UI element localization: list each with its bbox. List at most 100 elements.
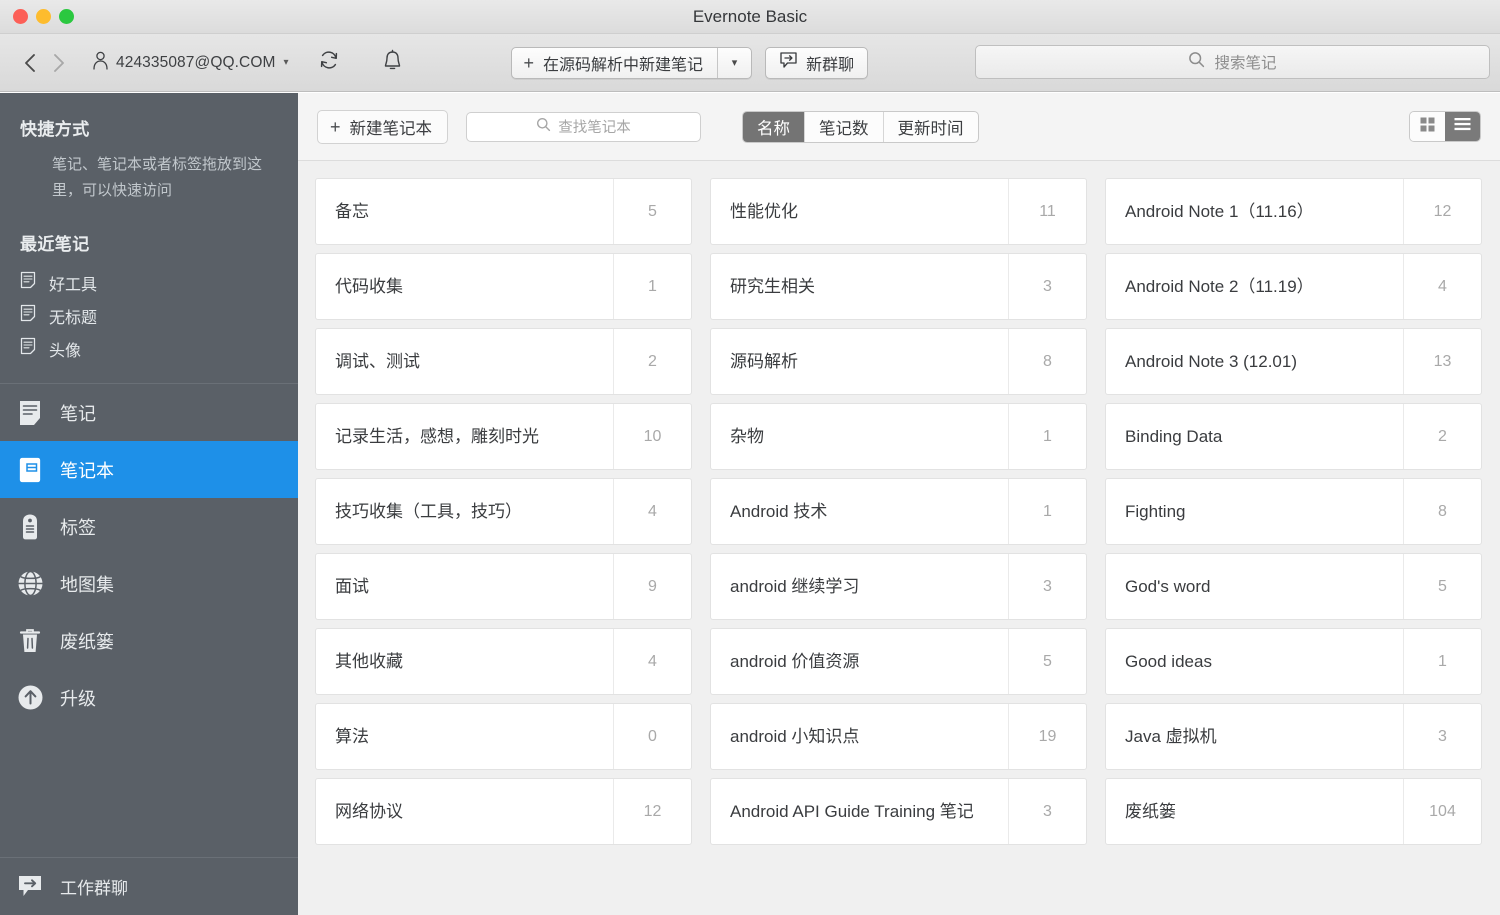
notebook-card[interactable]: God's word5 [1105,553,1482,620]
notebook-count: 12 [1403,179,1481,244]
notebook-count: 4 [613,629,691,694]
account-menu[interactable]: 424335087@QQ.COM ▾ [86,46,295,80]
notebook-column: 备忘5 代码收集1 调试、测试2 记录生活，感想，雕刻时光10 技巧收集（工具，… [315,178,692,914]
notebook-card[interactable]: android 继续学习3 [710,553,1087,620]
notebook-count: 1 [1403,629,1481,694]
notebook-card[interactable]: 面试9 [315,553,692,620]
trash-icon [15,626,45,656]
notebook-card[interactable]: 技巧收集（工具，技巧）4 [315,478,692,545]
notebook-card[interactable]: 算法0 [315,703,692,770]
notebook-card[interactable]: 调试、测试2 [315,328,692,395]
notebook-count: 8 [1008,329,1086,394]
notebook-name: 性能优化 [711,179,1008,244]
account-email: 424335087@QQ.COM [116,54,276,72]
notebook-name: 废纸篓 [1106,779,1403,844]
notebook-count: 5 [1008,629,1086,694]
new-group-chat-button[interactable]: 新群聊 [765,47,868,79]
notebook-card[interactable]: 源码解析8 [710,328,1087,395]
notebook-name: 调试、测试 [316,329,613,394]
sidebar-item-label: 标签 [60,514,96,540]
sidebar-item-notebooks[interactable]: 笔记本 [0,441,298,498]
tab-sort-note-count[interactable]: 笔记数 [805,112,884,142]
notebook-card[interactable]: 杂物1 [710,403,1087,470]
notebook-count: 5 [613,179,691,244]
notebook-count: 4 [1403,254,1481,319]
notebook-name: 代码收集 [316,254,613,319]
notebook-name: Android Note 2（11.19） [1106,254,1403,319]
shortcuts-title: 快捷方式 [0,93,298,140]
notebook-card[interactable]: Android Note 1（11.16）12 [1105,178,1482,245]
global-search-input[interactable]: 搜索笔记 [975,45,1490,79]
notebook-name: 技巧收集（工具，技巧） [316,479,613,544]
grid-view-button[interactable] [1410,112,1445,141]
tab-sort-name[interactable]: 名称 [743,112,805,142]
recent-note-item[interactable]: 好工具 [0,266,298,299]
sidebar-item-label: 笔记 [60,400,96,426]
chevron-right-icon [53,53,66,73]
chevron-down-icon: ▾ [732,56,738,69]
notebook-card[interactable]: 其他收藏4 [315,628,692,695]
new-note-button[interactable]: + 在源码解析中新建笔记 [512,48,718,78]
notebook-card[interactable]: 记录生活，感想，雕刻时光10 [315,403,692,470]
notebook-name: 源码解析 [711,329,1008,394]
globe-icon [15,569,45,599]
notebook-card[interactable]: 废纸篓104 [1105,778,1482,845]
notebook-name: Java 虚拟机 [1106,704,1403,769]
sidebar-item-upgrade[interactable]: 升级 [0,669,298,726]
notebook-card[interactable]: Java 虚拟机3 [1105,703,1482,770]
sync-button[interactable] [311,45,347,81]
notebook-card[interactable]: Android 技术1 [710,478,1087,545]
sidebar-nav: 笔记 笔记本 标签 地图集 [0,384,298,726]
forward-button[interactable] [44,47,74,79]
chat-icon [15,872,45,902]
back-button[interactable] [14,47,44,79]
notebook-card[interactable]: Android Note 2（11.19）4 [1105,253,1482,320]
recent-note-label: 头像 [49,337,81,361]
recent-notes-list: 好工具 无标题 头像 [0,255,298,365]
recent-note-item[interactable]: 无标题 [0,299,298,332]
notebook-card[interactable]: 网络协议12 [315,778,692,845]
notebook-card[interactable]: android 小知识点19 [710,703,1087,770]
notebook-name: Fighting [1106,479,1403,544]
sidebar-item-trash[interactable]: 废纸篓 [0,612,298,669]
recent-note-item[interactable]: 头像 [0,332,298,365]
notebook-count: 19 [1008,704,1086,769]
notebook-card[interactable]: Fighting8 [1105,478,1482,545]
notebook-search-input[interactable]: 查找笔记本 [466,112,701,142]
notifications-button[interactable] [375,45,411,81]
notebook-count: 1 [1008,404,1086,469]
view-mode-toggle [1409,111,1481,142]
upgrade-arrow-icon [15,683,45,713]
notebook-card[interactable]: Binding Data2 [1105,403,1482,470]
sidebar-item-notes[interactable]: 笔记 [0,384,298,441]
notebook-count: 13 [1403,329,1481,394]
notebook-count: 4 [613,479,691,544]
notebook-card[interactable]: Android Note 3 (12.01)13 [1105,328,1482,395]
notebook-card[interactable]: 代码收集1 [315,253,692,320]
content-area: + 新建笔记本 查找笔记本 名称 笔记数 更新时间 [298,93,1500,915]
list-view-button[interactable] [1445,112,1480,141]
recent-note-label: 无标题 [49,304,97,328]
notebook-card[interactable]: Android API Guide Training 笔记3 [710,778,1087,845]
notebook-card[interactable]: android 价值资源5 [710,628,1087,695]
tab-sort-updated[interactable]: 更新时间 [884,112,978,142]
notebooks-grid: 备忘5 代码收集1 调试、测试2 记录生活，感想，雕刻时光10 技巧收集（工具，… [298,161,1500,914]
new-note-dropdown-button[interactable]: ▾ [717,48,751,78]
notebook-name: android 小知识点 [711,704,1008,769]
sidebar-item-tags[interactable]: 标签 [0,498,298,555]
notebook-count: 11 [1008,179,1086,244]
notebook-name: 其他收藏 [316,629,613,694]
window-title: Evernote Basic [0,0,1500,34]
new-notebook-button[interactable]: + 新建笔记本 [317,110,448,144]
notebook-count: 1 [613,254,691,319]
global-search-placeholder: 搜索笔记 [1214,51,1276,73]
sidebar-item-atlas[interactable]: 地图集 [0,555,298,612]
notebook-card[interactable]: Good ideas1 [1105,628,1482,695]
new-note-label: 在源码解析中新建笔记 [543,51,703,75]
new-note-group: + 在源码解析中新建笔记 ▾ [511,47,753,79]
notebook-card[interactable]: 备忘5 [315,178,692,245]
notebook-card[interactable]: 性能优化11 [710,178,1087,245]
notebook-card[interactable]: 研究生相关3 [710,253,1087,320]
work-chat-button[interactable]: 工作群聊 [0,857,298,915]
sidebar-item-label: 废纸篓 [60,628,114,654]
